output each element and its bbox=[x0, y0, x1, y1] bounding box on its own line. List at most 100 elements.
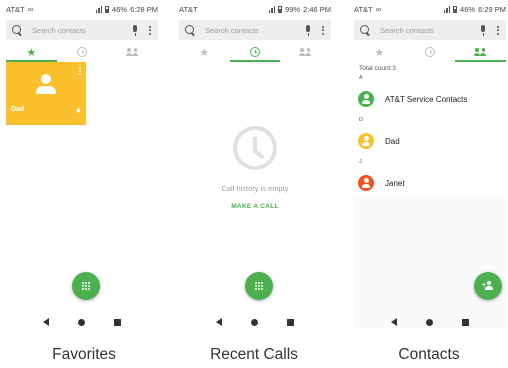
dialpad-icon bbox=[254, 281, 264, 291]
star-icon: ★ bbox=[199, 46, 210, 59]
home-icon[interactable] bbox=[77, 318, 85, 326]
contact-name: AT&T Service Contacts bbox=[385, 94, 468, 104]
avatar bbox=[358, 175, 374, 191]
empty-history-message: Call history is empty bbox=[221, 184, 289, 193]
tab-contacts[interactable] bbox=[280, 42, 331, 62]
navigation-bar bbox=[2, 314, 162, 330]
status-bar: AT&T ∞ 46% 6:29 PM bbox=[350, 0, 508, 18]
list-empty-area bbox=[354, 196, 506, 328]
dialpad-button[interactable] bbox=[245, 272, 273, 300]
tab-favorites[interactable]: ★ bbox=[6, 42, 57, 62]
voicemail-icon: ∞ bbox=[27, 4, 34, 14]
tab-recents[interactable] bbox=[405, 42, 456, 62]
back-icon[interactable] bbox=[390, 318, 397, 326]
add-person-icon: + bbox=[482, 281, 494, 291]
search-icon bbox=[360, 24, 371, 36]
recent-apps-icon[interactable] bbox=[462, 318, 470, 326]
person-icon bbox=[36, 74, 56, 96]
battery-icon bbox=[105, 5, 110, 13]
tab-recents[interactable] bbox=[57, 42, 108, 62]
tab-contacts[interactable] bbox=[107, 42, 158, 62]
clock-icon bbox=[425, 47, 435, 57]
microphone-icon[interactable] bbox=[480, 24, 486, 36]
section-letter: J bbox=[359, 159, 362, 165]
recent-apps-icon[interactable] bbox=[287, 318, 295, 326]
star-icon[interactable]: ★ bbox=[75, 106, 82, 115]
caption-contacts: Contacts bbox=[398, 346, 460, 363]
navigation-bar bbox=[175, 314, 335, 330]
make-a-call-link[interactable]: MAKE A CALL bbox=[175, 203, 335, 210]
home-icon[interactable] bbox=[250, 318, 258, 326]
clock-time: 2:46 PM bbox=[303, 4, 331, 14]
more-options-icon[interactable] bbox=[79, 67, 81, 76]
signal-icon bbox=[268, 5, 276, 13]
favorites-screen: AT&T ∞ 46% 6:28 PM Search contacts ★ Dad… bbox=[2, 0, 162, 336]
carrier-label: AT&T bbox=[179, 4, 198, 14]
add-contact-button[interactable]: + bbox=[474, 272, 502, 300]
tab-bar: ★ bbox=[179, 42, 331, 62]
recent-calls-screen: AT&T 99% 2:46 PM Search contacts ★ Call … bbox=[175, 0, 335, 336]
empty-history-clock-icon bbox=[233, 126, 277, 170]
battery-icon bbox=[453, 5, 458, 13]
more-options-icon[interactable] bbox=[148, 25, 152, 35]
voicemail-icon: ∞ bbox=[375, 4, 382, 14]
tab-favorites[interactable]: ★ bbox=[354, 42, 405, 62]
contact-row[interactable]: Janet bbox=[354, 170, 506, 196]
search-input[interactable]: Search contacts bbox=[380, 26, 480, 35]
section-letter: D bbox=[359, 117, 363, 123]
battery-level: 46% bbox=[460, 4, 476, 14]
clock-icon bbox=[77, 47, 87, 57]
signal-icon bbox=[443, 5, 451, 13]
back-icon[interactable] bbox=[42, 318, 49, 326]
home-icon[interactable] bbox=[425, 318, 433, 326]
tab-contacts[interactable] bbox=[455, 42, 506, 62]
navigation-bar bbox=[350, 314, 508, 330]
caption-favorites: Favorites bbox=[52, 346, 116, 363]
contact-row[interactable]: Dad bbox=[354, 128, 506, 154]
star-icon: ★ bbox=[374, 46, 385, 59]
recent-apps-icon[interactable] bbox=[114, 318, 122, 326]
tab-bar: ★ bbox=[354, 42, 506, 62]
people-icon bbox=[299, 48, 312, 56]
dialpad-button[interactable] bbox=[72, 272, 100, 300]
dialpad-icon bbox=[81, 281, 91, 291]
search-bar[interactable]: Search contacts bbox=[179, 20, 331, 40]
people-icon bbox=[474, 48, 487, 56]
battery-level: 99% bbox=[285, 4, 301, 14]
contact-row[interactable]: AT&T Service Contacts bbox=[354, 86, 506, 112]
back-icon[interactable] bbox=[215, 318, 222, 326]
avatar bbox=[358, 133, 374, 149]
clock-icon bbox=[250, 47, 260, 57]
clock-time: 6:29 PM bbox=[478, 4, 506, 14]
search-input[interactable]: Search contacts bbox=[32, 26, 132, 35]
microphone-icon[interactable] bbox=[132, 24, 138, 36]
microphone-icon[interactable] bbox=[305, 24, 311, 36]
caption-recent-calls: Recent Calls bbox=[210, 346, 298, 363]
more-options-icon[interactable] bbox=[321, 25, 325, 35]
carrier-label: AT&T bbox=[354, 4, 373, 14]
search-icon bbox=[185, 24, 196, 36]
tab-recents[interactable] bbox=[229, 42, 281, 62]
tab-favorites[interactable]: ★ bbox=[179, 42, 230, 62]
more-options-icon[interactable] bbox=[496, 25, 500, 35]
avatar bbox=[358, 91, 374, 107]
signal-icon bbox=[95, 5, 103, 13]
battery-icon bbox=[278, 5, 283, 13]
battery-level: 46% bbox=[112, 4, 128, 14]
favorite-name: Dad bbox=[11, 106, 25, 113]
search-input[interactable]: Search contacts bbox=[205, 26, 305, 35]
carrier-label: AT&T bbox=[6, 4, 25, 14]
clock-time: 6:28 PM bbox=[130, 4, 158, 14]
tab-bar: ★ bbox=[6, 42, 158, 62]
total-count: Total count:3 bbox=[359, 65, 396, 72]
search-bar[interactable]: Search contacts bbox=[354, 20, 506, 40]
status-bar: AT&T 99% 2:46 PM bbox=[175, 0, 335, 18]
favorite-tile[interactable]: Dad ★ bbox=[6, 62, 86, 125]
contact-name: Dad bbox=[385, 136, 400, 146]
contacts-screen: AT&T ∞ 46% 6:29 PM Search contacts ★ Tot… bbox=[350, 0, 508, 336]
section-letter: A bbox=[359, 75, 363, 81]
people-icon bbox=[126, 48, 139, 56]
search-bar[interactable]: Search contacts bbox=[6, 20, 158, 40]
star-icon: ★ bbox=[26, 46, 37, 59]
contact-name: Janet bbox=[385, 178, 405, 188]
